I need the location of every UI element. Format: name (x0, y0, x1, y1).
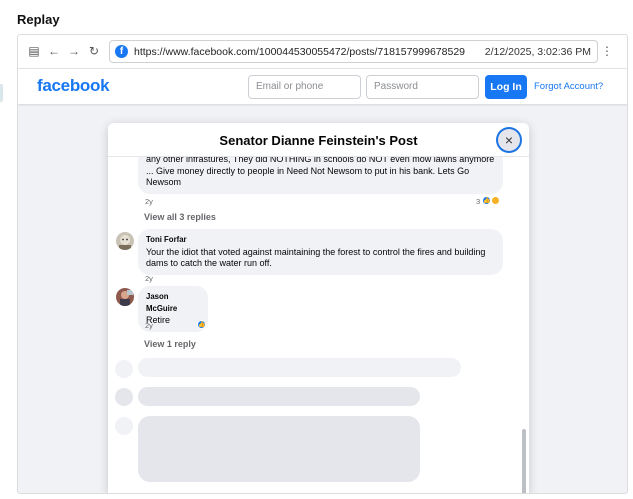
sidebar-toggle-icon[interactable]: ▤ (27, 44, 41, 58)
comment-age[interactable]: 2y (145, 274, 153, 283)
post-modal: Senator Dianne Feinstein's Post × any ot… (108, 123, 529, 493)
comment-bubble: Toni Forfar Your the idiot that voted ag… (138, 229, 503, 275)
comment-age[interactable]: 2y (145, 197, 153, 206)
more-menu-icon[interactable]: ⋮ (601, 44, 613, 58)
reaction-count[interactable]: 3 (476, 197, 480, 206)
skeleton-line (138, 358, 461, 377)
facebook-favicon-icon: f (115, 45, 128, 58)
comments-scroll-area[interactable]: any other infrastures, They did NOTHING … (108, 157, 529, 493)
forward-arrow-icon[interactable]: → (67, 44, 81, 58)
facebook-logo[interactable]: facebook (37, 76, 110, 96)
comment-text: Your the idiot that voted against mainta… (146, 246, 486, 269)
like-reaction-icon: 👍 (482, 196, 491, 205)
modal-header: Senator Dianne Feinstein's Post × (108, 123, 529, 157)
like-reaction-icon[interactable]: 👍 (197, 320, 206, 329)
email-field[interactable]: Email or phone (248, 75, 361, 99)
haha-reaction-icon (491, 196, 500, 205)
page-title: Replay (17, 12, 60, 27)
skeleton-avatar (115, 417, 133, 435)
capture-timestamp: 2/12/2025, 3:02:36 PM (484, 46, 591, 58)
address-bar[interactable]: f https://www.facebook.com/1000445300554… (109, 40, 598, 63)
jason-avatar-icon (116, 288, 134, 306)
comment-bubble: any other infrastures, They did NOTHING … (138, 157, 503, 194)
password-field[interactable]: Password (366, 75, 479, 99)
skeleton-avatar (115, 360, 133, 378)
view-all-replies-link[interactable]: View all 3 replies (144, 212, 216, 222)
back-arrow-icon[interactable]: ← (47, 44, 61, 58)
avatar[interactable] (116, 288, 134, 306)
comment-text: any other infrastures, They did NOTHING … (146, 157, 495, 187)
replay-frame: ▤ ← → ↻ f https://www.facebook.com/10004… (17, 34, 628, 494)
modal-title: Senator Dianne Feinstein's Post (219, 133, 418, 148)
modal-scrollbar[interactable] (522, 429, 526, 493)
toni-avatar-icon (116, 232, 134, 250)
facebook-header: facebook Email or phone Password Log In … (18, 69, 627, 104)
forgot-account-link[interactable]: Forgot Account? (534, 81, 603, 92)
close-button[interactable]: × (498, 129, 520, 151)
comment-author[interactable]: Jason McGuire (146, 291, 200, 314)
comment-author[interactable]: Toni Forfar (146, 234, 495, 246)
browser-toolbar: ▤ ← → ↻ f https://www.facebook.com/10004… (18, 35, 627, 69)
skeleton-line (138, 387, 420, 406)
url-text: https://www.facebook.com/100044530055472… (134, 46, 466, 58)
comment-age[interactable]: 2y (145, 321, 153, 330)
login-button[interactable]: Log In (485, 75, 527, 99)
side-tab[interactable] (0, 84, 3, 102)
skeleton-avatar (115, 388, 133, 406)
reload-icon[interactable]: ↻ (87, 44, 101, 58)
skeleton-block (138, 416, 420, 482)
avatar[interactable] (116, 232, 134, 250)
view-one-reply-link[interactable]: View 1 reply (144, 339, 196, 349)
